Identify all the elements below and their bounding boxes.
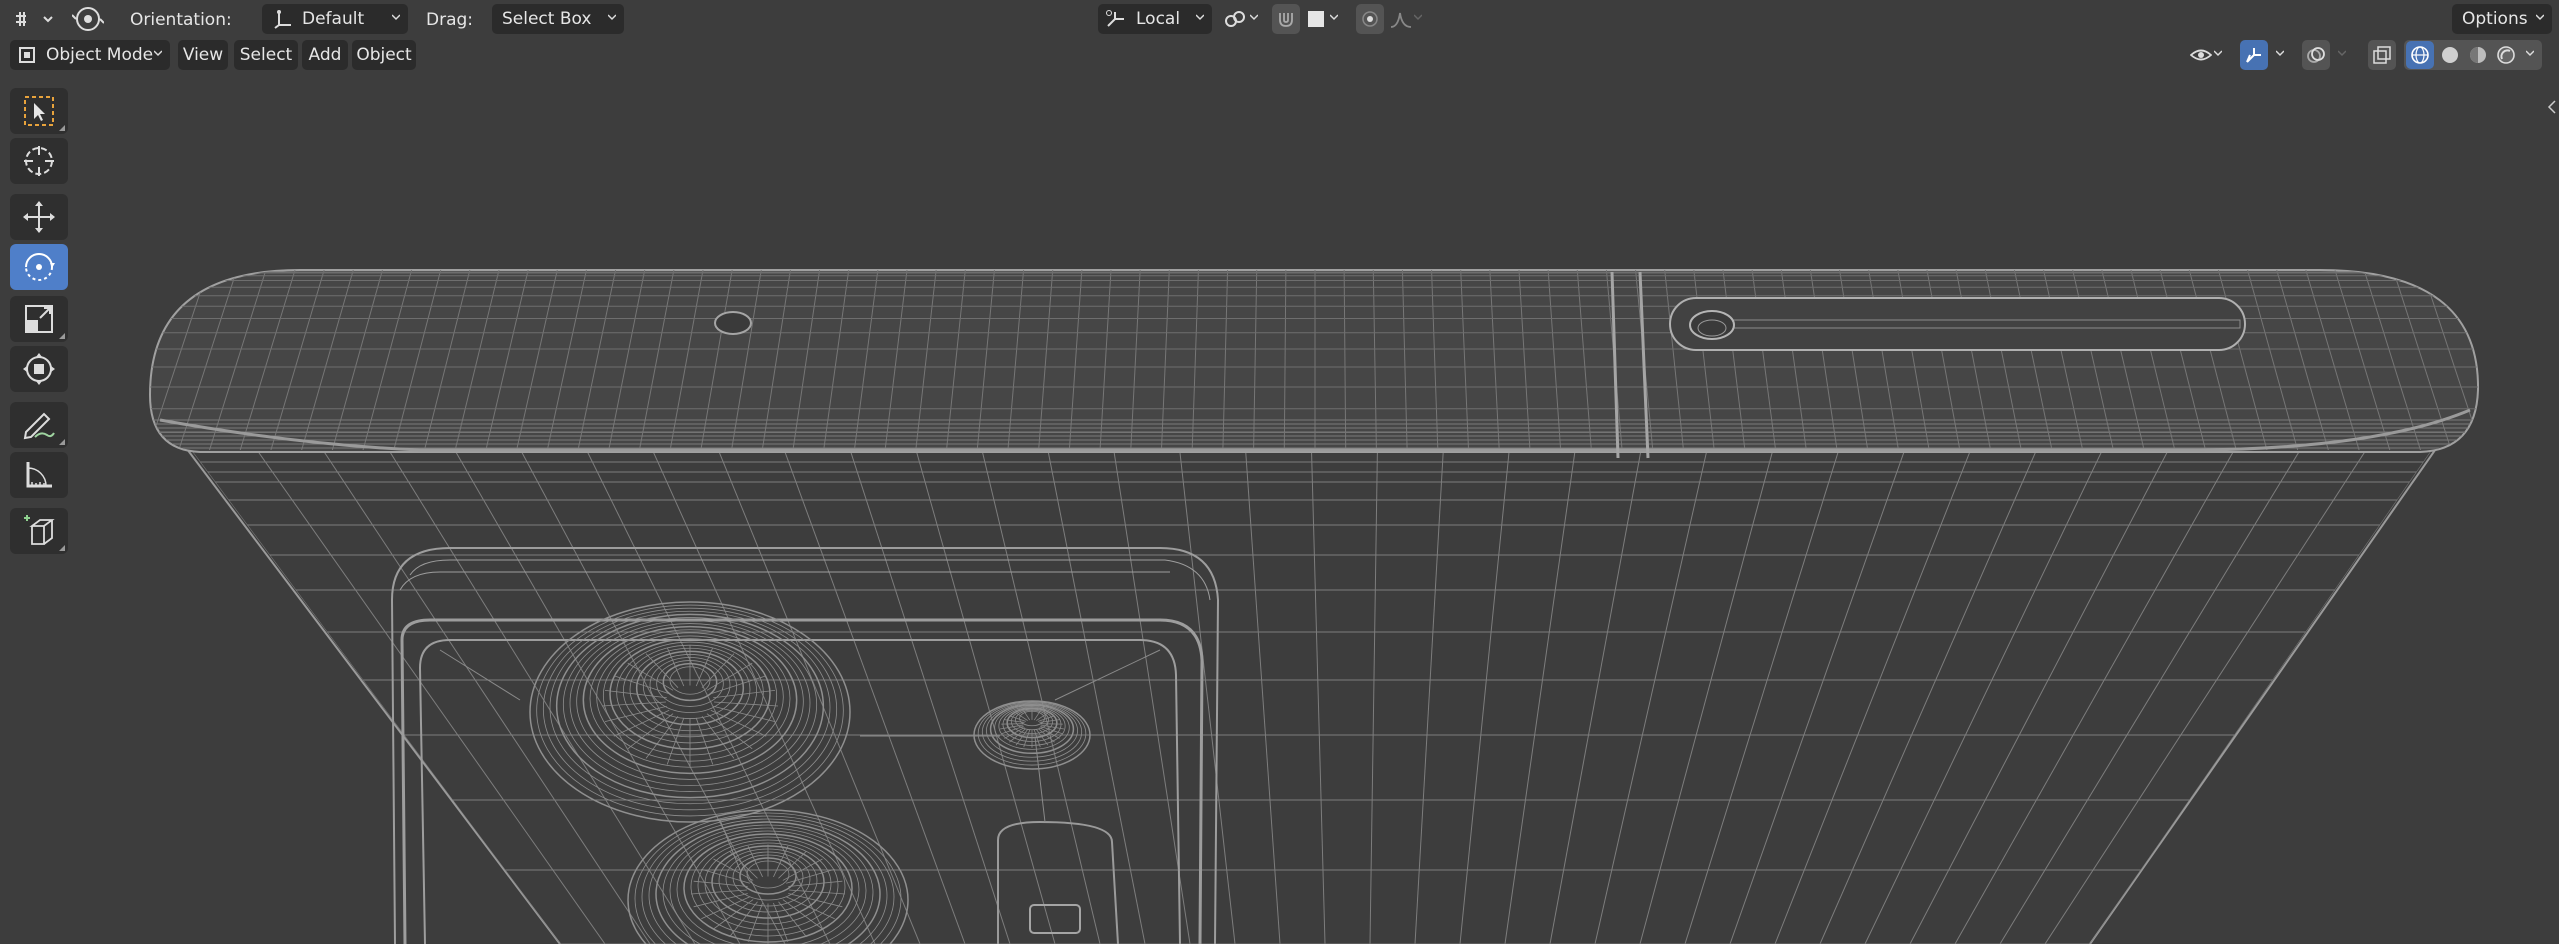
solid-shading-icon[interactable] <box>2436 41 2464 69</box>
pivot-point-dropdown[interactable] <box>1218 4 1266 34</box>
snap-toggle[interactable] <box>1272 4 1300 34</box>
chevron-down-icon <box>608 14 616 21</box>
overlays-toggle[interactable] <box>2302 40 2330 70</box>
falloff-curve-icon <box>1390 9 1412 29</box>
3d-viewport[interactable] <box>0 0 2559 944</box>
pivot-dropdown[interactable]: Local <box>1098 4 1212 34</box>
orientation-label: Orientation: <box>130 10 232 30</box>
overlays-dropdown[interactable] <box>2332 40 2354 70</box>
gizmo-dropdown[interactable] <box>2270 40 2292 70</box>
tool-select-box[interactable] <box>10 88 68 134</box>
annotate-pencil-icon <box>23 412 55 440</box>
orientation-value: Default <box>302 9 365 29</box>
xray-icon <box>2373 46 2391 64</box>
move-icon <box>23 201 55 233</box>
local-pivot-icon <box>1104 8 1128 30</box>
chevron-down-icon <box>1196 14 1204 21</box>
proportional-editing-toggle[interactable] <box>1356 4 1384 34</box>
tool-scale[interactable] <box>10 296 68 342</box>
transform-orientation-gizmo-icon[interactable] <box>70 4 106 34</box>
rotate-icon <box>25 253 55 281</box>
options-label: Options <box>2462 9 2528 29</box>
menu-select-label: Select <box>239 45 293 65</box>
wireframe-shading-icon[interactable] <box>2406 41 2434 69</box>
camera-flash <box>997 820 1119 944</box>
chevron-down-icon <box>154 50 162 57</box>
sidebar-toggle-icon[interactable] <box>2546 98 2558 116</box>
viewport-header: Orientation: Default Drag: Select Box Lo… <box>0 0 2559 38</box>
menu-select[interactable]: Select <box>234 40 298 70</box>
orientation-dropdown[interactable]: Default <box>262 4 408 34</box>
tool-measure[interactable] <box>10 452 68 498</box>
magnet-icon <box>1279 13 1293 27</box>
tool-cursor[interactable] <box>10 138 68 184</box>
tool-move[interactable] <box>10 194 68 240</box>
menu-view-label: View <box>182 45 224 65</box>
proportional-editing-icon <box>1362 11 1378 27</box>
menu-view[interactable]: View <box>178 40 228 70</box>
chevron-down-icon <box>2338 50 2346 57</box>
drag-label: Drag: <box>426 10 474 30</box>
object-mode-icon <box>16 44 38 66</box>
cursor-icon <box>24 146 54 176</box>
menu-add-label: Add <box>308 45 342 65</box>
tool-annotate[interactable] <box>10 402 68 448</box>
chevron-down-icon <box>2526 50 2534 57</box>
chevron-down-icon <box>1414 14 1422 21</box>
chevron-down-icon <box>1250 14 1258 21</box>
pivot-value: Local <box>1136 9 1181 29</box>
snap-target-dropdown[interactable] <box>1302 4 1346 34</box>
viewport-menubar: Object Mode View Select Add Object <box>0 38 2559 74</box>
chevron-down-icon <box>2276 50 2284 57</box>
menu-add[interactable]: Add <box>302 40 348 70</box>
sim-eject-hole <box>1689 310 1735 340</box>
sim-slot <box>1669 297 2246 351</box>
mic-hole <box>714 311 752 335</box>
camera-lens-main <box>529 601 851 823</box>
shading-modes <box>2404 40 2542 70</box>
eye-icon <box>2190 49 2212 61</box>
tool-add-cube[interactable] <box>10 508 68 554</box>
chevron-down-icon <box>2536 14 2544 21</box>
transform-icon <box>23 353 55 385</box>
chevron-down-icon <box>1330 14 1338 21</box>
menu-object[interactable]: Object <box>352 40 416 70</box>
editor-type-icon[interactable] <box>14 6 56 32</box>
camera-sensor <box>973 700 1091 770</box>
snap-increment-icon <box>1306 9 1326 29</box>
overlays-icon <box>2307 47 2325 63</box>
rendered-shading-icon[interactable] <box>2492 41 2520 69</box>
proportional-falloff-dropdown[interactable] <box>1386 4 1430 34</box>
gizmo-icon <box>2246 48 2261 63</box>
chevron-down-icon <box>392 14 400 21</box>
menu-object-label: Object <box>356 45 412 65</box>
material-preview-shading-icon[interactable] <box>2464 41 2492 69</box>
mode-value: Object Mode <box>46 45 154 65</box>
wireframe-phone-model[interactable] <box>0 0 2559 944</box>
scale-icon <box>25 305 53 333</box>
chevron-down-icon <box>2214 50 2222 57</box>
tool-rotate[interactable] <box>10 244 68 290</box>
add-cube-icon <box>24 515 55 545</box>
drag-dropdown[interactable]: Select Box <box>492 4 624 34</box>
visibility-dropdown[interactable] <box>2186 40 2230 70</box>
measure-ruler-icon <box>26 462 52 488</box>
xray-toggle[interactable] <box>2368 40 2396 70</box>
gizmo-toggle[interactable] <box>2240 40 2268 70</box>
tool-transform[interactable] <box>10 346 68 392</box>
link-icon <box>1222 8 1248 30</box>
mode-dropdown[interactable]: Object Mode <box>10 40 170 70</box>
orientation-axes-icon <box>272 8 294 30</box>
options-dropdown[interactable]: Options <box>2452 4 2552 34</box>
select-box-icon <box>24 96 54 126</box>
drag-value: Select Box <box>502 9 592 29</box>
